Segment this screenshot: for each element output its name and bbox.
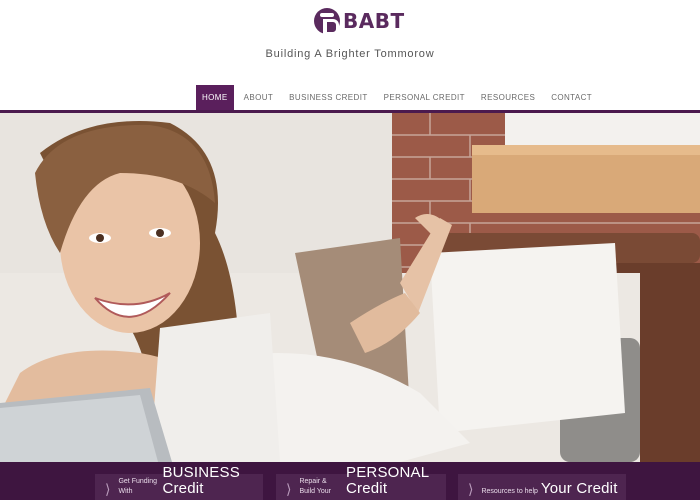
cta-business-credit[interactable]: ⟩ Get Funding With BUSINESS Credit bbox=[95, 465, 263, 500]
site-header: BABT Building A Brighter Tommorow HOME A… bbox=[0, 0, 700, 110]
nav-item-business-credit[interactable]: BUSINESS CREDIT bbox=[283, 85, 373, 110]
cta-big-text: BUSINESS Credit bbox=[162, 464, 240, 497]
hero-photo-illustration bbox=[0, 113, 700, 462]
nav-item-resources[interactable]: RESOURCES bbox=[475, 85, 541, 110]
nav-item-about[interactable]: ABOUT bbox=[238, 85, 280, 110]
nav-item-contact[interactable]: CONTACT bbox=[545, 85, 598, 110]
site-logo[interactable]: BABT bbox=[314, 6, 405, 36]
cta-small-text: Get Funding With bbox=[118, 478, 157, 495]
main-nav: HOME ABOUT BUSINESS CREDIT PERSONAL CRED… bbox=[196, 85, 602, 110]
cta-small-text: Repair & Build Your bbox=[299, 478, 331, 495]
nav-item-personal-credit[interactable]: PERSONAL CREDIT bbox=[378, 85, 471, 110]
chevron-right-icon: ⟩ bbox=[468, 481, 474, 497]
babt-logo-icon bbox=[314, 8, 340, 35]
logo-text: BABT bbox=[343, 9, 405, 33]
chevron-right-icon: ⟩ bbox=[286, 481, 292, 497]
site-tagline: Building A Brighter Tommorow bbox=[265, 48, 435, 60]
nav-item-home[interactable]: HOME bbox=[196, 85, 234, 110]
cta-big-text: PERSONAL Credit bbox=[346, 464, 429, 497]
hero-image bbox=[0, 113, 700, 462]
cta-small-text: Resources to help bbox=[481, 488, 538, 495]
cta-resources[interactable]: ⟩ Resources to help Your Credit bbox=[458, 474, 626, 500]
chevron-right-icon: ⟩ bbox=[105, 481, 111, 497]
cta-personal-credit[interactable]: ⟩ Repair & Build Your PERSONAL Credit bbox=[276, 465, 446, 500]
cta-big-text: Your Credit bbox=[540, 480, 618, 497]
